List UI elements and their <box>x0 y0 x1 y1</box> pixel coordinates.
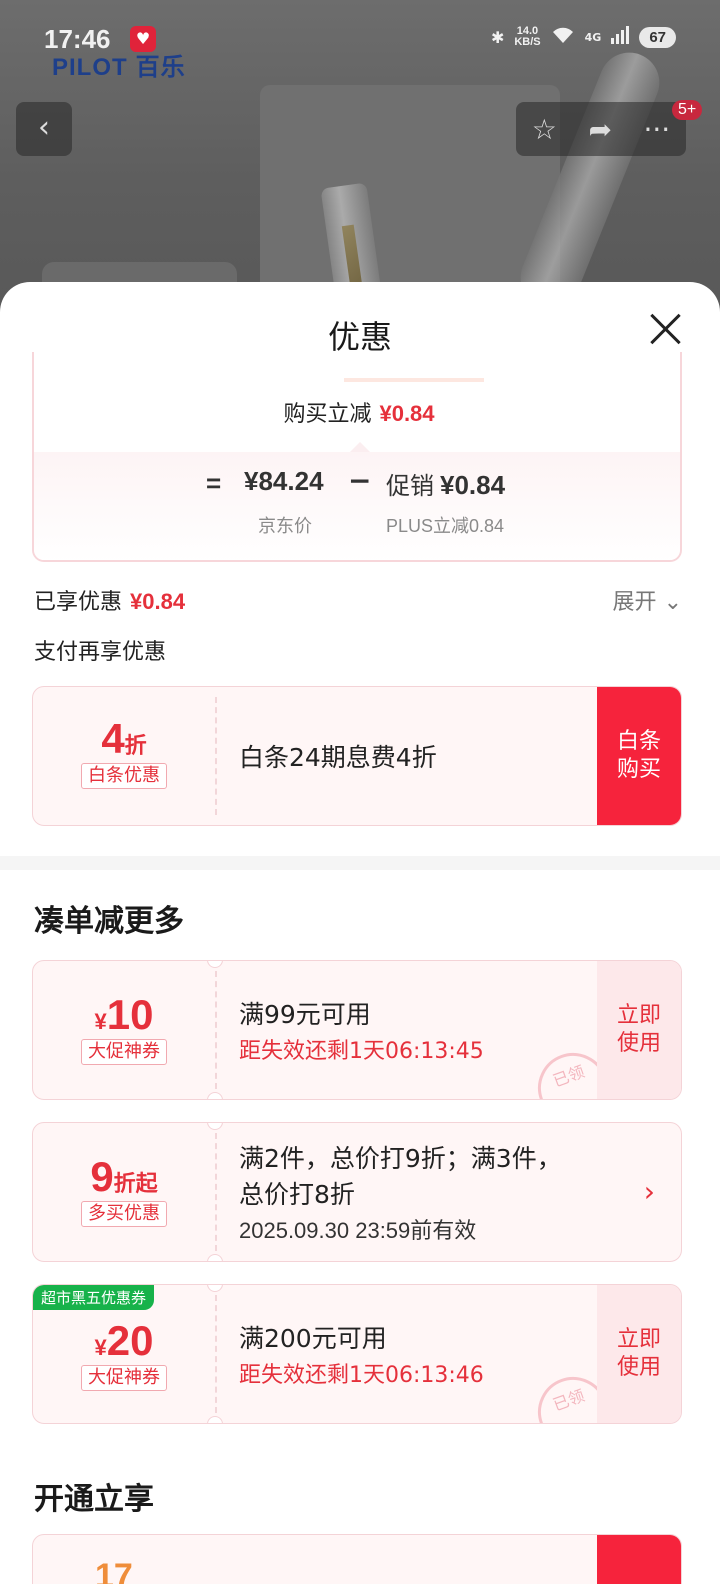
section-separator <box>0 856 720 870</box>
baitiao-discount: 4折 <box>33 715 215 763</box>
enjoyed-label: 已享优惠 <box>34 590 123 615</box>
close-icon[interactable] <box>648 312 682 346</box>
promo-value: ¥0.84 <box>440 470 506 500</box>
baitiao-discount-value: 4 <box>101 715 125 762</box>
coupon-title: 满200元可用 <box>239 1324 387 1353</box>
chevron-down-icon: ⌄ <box>663 590 682 615</box>
share-icon[interactable]: ➦ <box>588 113 611 146</box>
card-divider <box>215 1295 217 1413</box>
baitiao-title: 白条24期息费4折 <box>239 743 437 772</box>
expand-button[interactable]: 展开 ⌄ <box>613 584 682 616</box>
coupon-main: 满99元可用 距失效还剩1天06:13:45 <box>239 961 484 1099</box>
buy-cut-label: 购买立减 <box>283 402 372 427</box>
use-now-button[interactable]: 立即使用 <box>597 961 681 1099</box>
coupon-currency: ¥ <box>94 1335 107 1360</box>
baitiao-buy-button[interactable]: 白条购买 <box>597 687 681 825</box>
price-calculation: 购买立减 ¥0.84 = ¥84.24 − 促销 ¥0.84 京东价 PLUS立减0… <box>32 352 682 562</box>
multi-buy-discount-value: 9 <box>90 1153 114 1200</box>
coupon-amount-value: 20 <box>106 1317 154 1364</box>
enjoyed-discount: 已享优惠 ¥0.84 <box>34 584 185 616</box>
coupon-amount: ¥10 <box>33 991 215 1039</box>
multi-buy-title-line2: 总价打8折 <box>239 1180 355 1209</box>
top-actions: ☆ ➦ ··· <box>516 102 686 156</box>
multi-buy-discount: 9折起 <box>33 1153 215 1201</box>
network-speed: 14.0 KB/S <box>514 26 540 48</box>
section-title-more: 凑单减更多 <box>34 904 184 939</box>
promo-line: 促销 ¥0.84 <box>386 466 505 501</box>
coupon-amount-value: 10 <box>106 991 154 1038</box>
expand-label: 展开 <box>612 590 657 615</box>
more-icon[interactable]: ··· <box>643 113 670 146</box>
multi-buy-discount-unit: 折起 <box>113 1171 158 1196</box>
card-divider <box>215 1133 217 1251</box>
coupon-amount: ¥20 <box>33 1317 215 1365</box>
multi-buy-left: 9折起 多买优惠 <box>33 1123 215 1261</box>
jd-price-value: ¥84.24 <box>244 466 324 496</box>
coupon-tag: 大促神券 <box>81 1039 167 1065</box>
multi-buy-title-line1: 满2件，总价打9折；满3件， <box>239 1144 562 1173</box>
promo-detail: PLUS立减0.84 <box>386 516 505 536</box>
pointer-arrow <box>350 442 370 452</box>
brand-name-cn: 百乐 <box>135 54 186 81</box>
coupon-title: 满99元可用 <box>239 1000 371 1029</box>
brand-logo: PILOT 百乐 <box>52 47 186 82</box>
multi-buy-card[interactable]: 9折起 多买优惠 满2件，总价打9折；满3件， 总价打8折 2025.09.30… <box>32 1122 682 1262</box>
discount-sheet: 优惠 购买立减 ¥0.84 = ¥84.24 − 促销 ¥0.84 京东价 PLUS… <box>0 282 720 1584</box>
section-title-open: 开通立享 <box>34 1482 154 1517</box>
card-divider <box>215 971 217 1089</box>
membership-card[interactable]: 17 <box>32 1534 682 1584</box>
chevron-right-icon[interactable]: › <box>644 1175 655 1208</box>
pay-more-title: 支付再享优惠 <box>34 640 167 665</box>
status-icons: ✱ 14.0 KB/S 4G 67 <box>491 26 676 48</box>
cellular-type: 4G <box>584 30 602 44</box>
baitiao-card[interactable]: 4折 白条优惠 白条24期息费4折 白条购买 <box>32 686 682 826</box>
multi-buy-tag: 多买优惠 <box>81 1201 167 1227</box>
signal-icon <box>611 26 630 48</box>
coupon-countdown: 距失效还剩1天06:13:46 <box>239 1363 484 1388</box>
back-button[interactable]: ‹ <box>16 102 72 156</box>
membership-action-button[interactable] <box>597 1535 681 1584</box>
coupon-main: 满200元可用 距失效还剩1天06:13:46 <box>239 1285 484 1423</box>
coupon-currency: ¥ <box>94 1009 107 1034</box>
coupon-left: ¥10 大促神券 <box>33 961 215 1099</box>
buy-cut-value: ¥0.84 <box>379 401 435 426</box>
favorite-star-icon[interactable]: ☆ <box>532 113 557 146</box>
baitiao-left: 4折 白条优惠 <box>33 687 215 825</box>
use-now-button[interactable]: 立即使用 <box>597 1285 681 1423</box>
baitiao-discount-unit: 折 <box>124 733 147 758</box>
network-speed-unit: KB/S <box>514 36 541 48</box>
minus-sign: − <box>348 464 372 497</box>
multi-buy-main: 满2件，总价打9折；满3件， 总价打8折 2025.09.30 23:59前有效 <box>239 1123 562 1261</box>
wifi-icon <box>551 26 575 48</box>
coupon-card[interactable]: ¥10 大促神券 满99元可用 距失效还剩1天06:13:45 已领 立即使用 <box>32 960 682 1100</box>
enjoyed-value: ¥0.84 <box>130 589 186 614</box>
coupon-countdown: 距失效还剩1天06:13:45 <box>239 1039 484 1064</box>
coupon-tag: 大促神券 <box>81 1365 167 1391</box>
jd-price-label: 京东价 <box>258 516 312 537</box>
multi-buy-date: 2025.09.30 23:59前有效 <box>239 1218 477 1243</box>
promo-label: 促销 <box>386 472 434 500</box>
bluetooth-icon: ✱ <box>490 27 505 47</box>
card-divider <box>215 697 217 815</box>
baitiao-tag: 白条优惠 <box>81 763 167 789</box>
baitiao-main: 白条24期息费4折 <box>239 687 437 825</box>
product-image-backdrop <box>260 85 560 300</box>
price-underline-decoration <box>344 378 484 382</box>
battery-level: 67 <box>639 26 676 48</box>
membership-logo-icon: 17 <box>95 1557 133 1584</box>
brand-name: PILOT <box>52 54 128 81</box>
buy-cut-line: 购买立减 ¥0.84 <box>34 396 680 428</box>
coupon-card[interactable]: 超市黑五优惠券 ¥20 大促神券 满200元可用 距失效还剩1天06:13:46… <box>32 1284 682 1424</box>
coupon-left: ¥20 大促神券 <box>33 1285 215 1423</box>
equals-sign: = <box>206 468 222 498</box>
message-badge: 5+ <box>672 100 703 120</box>
